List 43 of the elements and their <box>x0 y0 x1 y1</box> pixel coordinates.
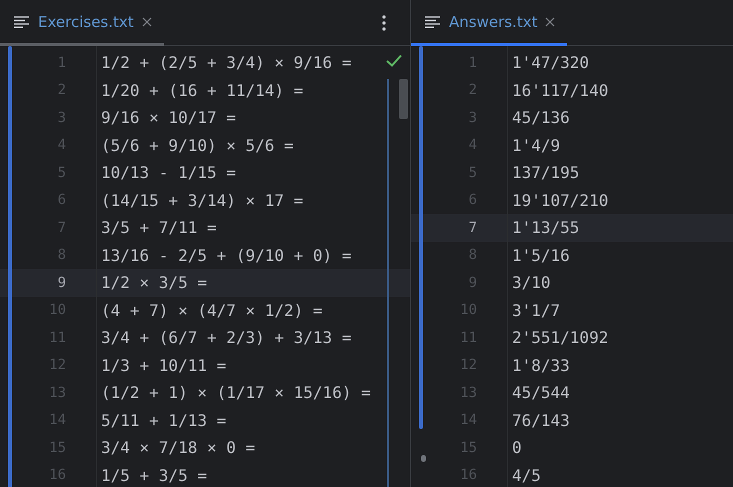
code-line: 1/5 + 3/5 = <box>100 466 207 485</box>
code-line: 45/544 <box>511 383 570 402</box>
code-line: 1'4/9 <box>511 136 560 155</box>
code-line: (1/2 + 1) × (1/17 × 15/16) = <box>100 383 371 402</box>
code-line: 5/11 + 1/13 = <box>100 410 226 430</box>
code-line: (4 + 7) × (4/7 × 1/2) = <box>100 300 323 320</box>
code-line: 1'13/55 <box>511 218 580 238</box>
text-file-icon <box>14 16 30 28</box>
change-marker <box>421 455 426 462</box>
scrollbar-thumb[interactable] <box>399 79 408 119</box>
file-tab[interactable]: Answers.txt <box>411 0 568 46</box>
code-line: 45/136 <box>511 108 570 128</box>
code-line: 16'117/140 <box>511 80 608 100</box>
code-line: 19'107/210 <box>511 190 608 210</box>
code-line: 1/3 + 10/11 = <box>100 356 226 375</box>
code-line: 3/10 <box>511 273 551 292</box>
code-line: 3/5 + 7/11 = <box>100 218 217 238</box>
code-line: 3/4 × 7/18 × 0 = <box>100 438 256 458</box>
code-line: 3/4 + (6/7 + 2/3) + 3/13 = <box>100 328 352 348</box>
close-icon[interactable] <box>545 16 556 26</box>
code-line: 1/2 × 3/5 = <box>100 273 207 292</box>
code-line: 137/195 <box>511 163 580 182</box>
code-line: 1/20 + (16 + 11/14) = <box>100 80 304 100</box>
line-number: 7 <box>468 220 477 236</box>
close-icon[interactable] <box>142 16 152 26</box>
more-options-icon[interactable] <box>382 14 386 30</box>
code-line: 0 <box>511 438 522 458</box>
code-line: 1'5/16 <box>511 246 570 265</box>
text-file-icon <box>425 16 441 28</box>
code-line: 10/13 - 1/15 = <box>100 163 236 182</box>
file-tab[interactable]: Exercises.txt <box>0 0 164 46</box>
code-line: 1/2 + (2/5 + 3/4) × 9/16 = <box>100 53 352 72</box>
code-line: 9/16 × 10/17 = <box>100 108 236 128</box>
code-line: 4/5 <box>511 466 541 485</box>
code-line: 1'8/33 <box>511 356 570 375</box>
line-number: 9 <box>56 274 66 291</box>
code-line: 2'551/1092 <box>511 328 608 348</box>
code-line: (5/6 + 9/10) × 5/6 = <box>100 136 294 155</box>
code-line: 3'1/7 <box>511 300 560 320</box>
code-line: 1'47/320 <box>511 53 590 72</box>
code-line: 76/143 <box>511 410 570 430</box>
code-line: (14/15 + 3/14) × 17 = <box>100 190 304 210</box>
code-line: 13/16 - 2/5 + (9/10 + 0) = <box>100 246 352 265</box>
